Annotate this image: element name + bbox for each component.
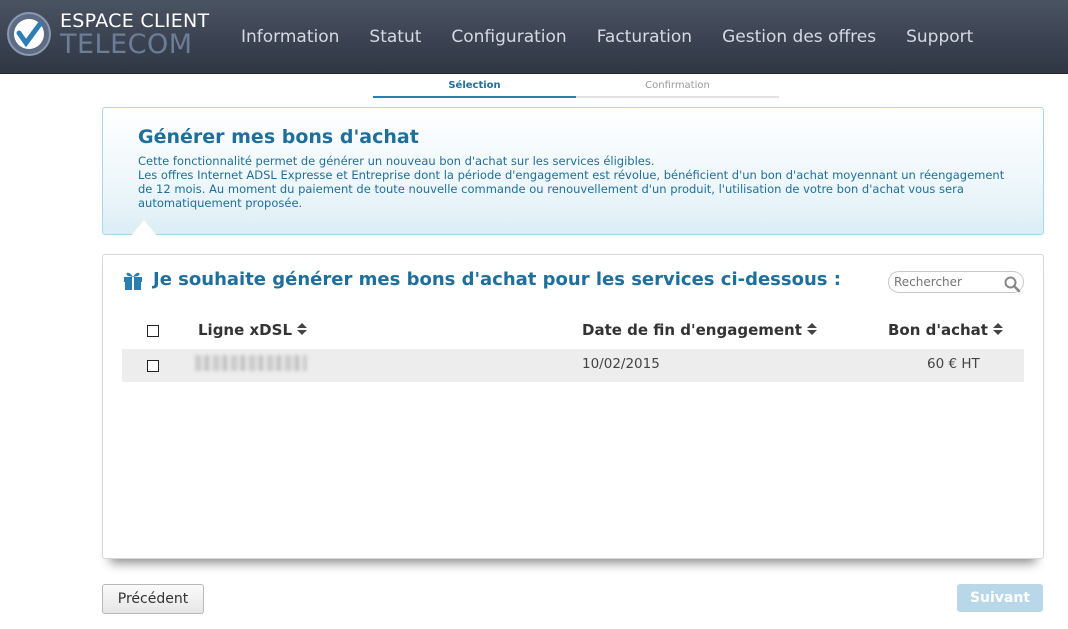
main-nav: Information Statut Configuration Factura…	[226, 0, 988, 74]
step-confirmation: Confirmation	[576, 78, 779, 98]
nav-facturation[interactable]: Facturation	[582, 27, 707, 47]
table-header: Ligne xDSL Date de fin d'engagement Bon …	[122, 313, 1024, 347]
row-end-date: 10/02/2015	[582, 356, 660, 372]
search-icon[interactable]	[1003, 275, 1021, 293]
col-date-fin[interactable]: Date de fin d'engagement	[582, 321, 818, 339]
logo-badge-icon	[7, 12, 51, 56]
col-bon-achat[interactable]: Bon d'achat	[888, 321, 1004, 339]
wizard-steps: Sélection Confirmation	[373, 78, 779, 98]
table-row[interactable]: 10/02/2015 60 € HT	[122, 349, 1024, 382]
sort-icon[interactable]	[806, 322, 818, 336]
step-selection: Sélection	[373, 78, 576, 98]
search-input[interactable]	[894, 274, 999, 290]
col-label: Bon d'achat	[888, 321, 988, 339]
info-title: Générer mes bons d'achat	[138, 126, 419, 148]
search-box	[888, 271, 1024, 293]
nav-configuration[interactable]: Configuration	[436, 27, 581, 47]
top-header: ESPACE CLIENT TELECOM Information Statut…	[0, 0, 1068, 74]
redacted-line-number	[195, 355, 307, 371]
logo-subtitle: TELECOM	[60, 29, 193, 60]
col-label: Ligne xDSL	[198, 321, 292, 339]
gift-icon	[124, 272, 142, 290]
services-card: Je souhaite générer mes bons d'achat pou…	[102, 254, 1044, 559]
nav-information[interactable]: Information	[226, 27, 354, 47]
info-description: Cette fonctionnalité permet de générer u…	[138, 154, 1008, 210]
nav-support[interactable]: Support	[891, 27, 988, 47]
col-ligne-xdsl[interactable]: Ligne xDSL	[198, 321, 308, 339]
card-title: Je souhaite générer mes bons d'achat pou…	[153, 269, 841, 290]
previous-button[interactable]: Précédent	[102, 584, 204, 614]
info-notch	[131, 220, 157, 236]
row-voucher: 60 € HT	[927, 356, 980, 372]
info-text-1: Cette fonctionnalité permet de générer u…	[138, 154, 655, 168]
sort-icon[interactable]	[296, 322, 308, 336]
col-label: Date de fin d'engagement	[582, 321, 802, 339]
logo[interactable]: ESPACE CLIENT TELECOM	[6, 8, 209, 64]
next-button[interactable]: Suivant	[957, 584, 1043, 612]
info-text-2: Les offres Internet ADSL Expresse et Ent…	[138, 168, 1005, 210]
info-panel: Générer mes bons d'achat Cette fonctionn…	[102, 107, 1044, 236]
row-checkbox[interactable]	[147, 360, 159, 372]
sort-icon[interactable]	[992, 322, 1004, 336]
select-all-checkbox[interactable]	[147, 325, 159, 337]
nav-statut[interactable]: Statut	[354, 27, 436, 47]
nav-gestion-des-offres[interactable]: Gestion des offres	[707, 27, 891, 47]
